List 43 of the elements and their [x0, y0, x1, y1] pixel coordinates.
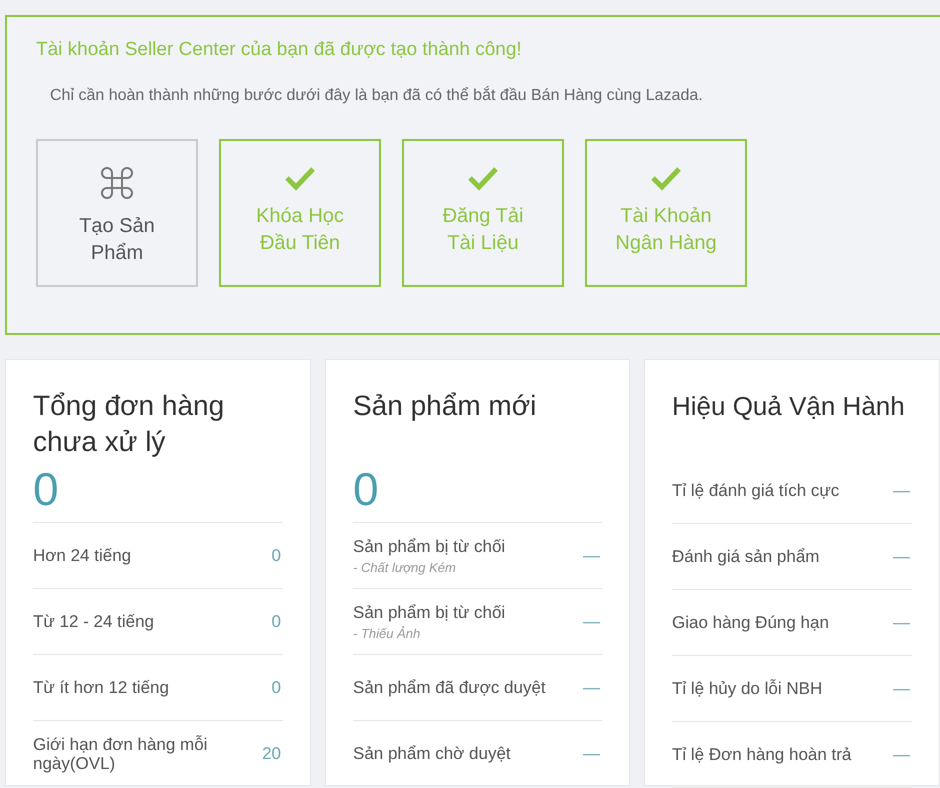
step-card[interactable]: Đăng Tải Tài Liệu — [402, 139, 564, 287]
row-value: 0 — [272, 678, 282, 698]
checkmark-icon — [650, 165, 682, 191]
total-count: 0 — [353, 464, 380, 514]
row-value: — — [583, 546, 601, 566]
row-label: Từ ít hơn 12 tiếng — [33, 678, 170, 697]
row-value: 0 — [272, 546, 282, 566]
row-note: - Thiếu Ảnh — [353, 626, 422, 640]
row-value: 20 — [262, 744, 282, 764]
command-icon — [99, 165, 135, 201]
row-value: — — [893, 480, 911, 500]
row-label: Sản phẩm chờ duyệt — [353, 744, 512, 763]
row-label: Hơn 24 tiếng — [33, 546, 132, 565]
row-label: Giao hàng Đúng hạn — [672, 613, 830, 632]
row-label: Sản phẩm đã được duyệt — [353, 678, 547, 697]
row-value: — — [893, 612, 911, 632]
card-title: Tổng đơn hàng chưa xử lý — [33, 389, 226, 459]
row-label: Tỉ lệ đánh giá tích cực — [672, 481, 840, 500]
success-message: Tài khoản Seller Center của bạn đã được tạo thành công! — [36, 39, 522, 61]
step-card[interactable]: Tài Khoản Ngân Hàng — [585, 139, 747, 287]
card-title: Sản phẩm mới — [353, 389, 538, 423]
row-label: Sản phẩm bị từ chối — [353, 536, 506, 556]
row-note: - Chất lượng Kém — [353, 560, 457, 574]
row-label: Đánh giá sản phẩm — [672, 547, 820, 566]
step-card[interactable]: Tạo Sản Phẩm — [36, 139, 198, 287]
checkmark-icon — [467, 165, 499, 191]
row-value: — — [893, 744, 911, 764]
row-value: — — [893, 678, 911, 698]
row-value: — — [583, 612, 601, 632]
row-label: Từ 12 - 24 tiếng — [33, 612, 156, 631]
step-card[interactable]: Khóa Học Đầu Tiên — [219, 139, 381, 287]
row-value: — — [893, 546, 911, 566]
row-value: — — [583, 744, 601, 764]
card-title: Hiệu Quả Vận Hành — [672, 390, 905, 423]
instruction-text: Chỉ cần hoàn thành những bước dưới đây là bạn đã có thể bắt đầu Bán Hàng cùng Lazada. — [50, 87, 704, 105]
checkmark-icon — [284, 165, 316, 191]
row-label: Sản phẩm bị từ chối — [353, 602, 506, 622]
row-value: 0 — [272, 612, 282, 632]
total-count: 0 — [33, 464, 60, 514]
row-label: Tỉ lệ hủy do lỗi NBH — [672, 679, 824, 698]
row-label: Giới hạn đơn hàng mỗi ngày(OVL) — [33, 734, 208, 772]
row-value: — — [583, 678, 601, 698]
row-label: Tỉ lệ Đơn hàng hoàn trả — [672, 745, 852, 764]
